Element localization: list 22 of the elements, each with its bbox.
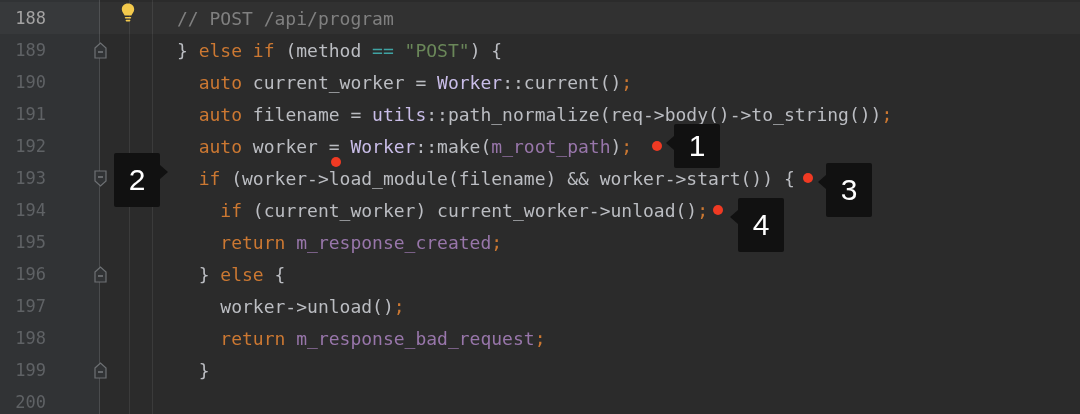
- code-line: } else {: [197, 263, 286, 285]
- code-line: worker->unload();: [219, 295, 405, 317]
- code-line: auto current_worker = Worker::current();: [197, 71, 633, 93]
- fold-icon[interactable]: [94, 41, 107, 59]
- marker-dot: [713, 205, 723, 215]
- code-line: // POST /api/program: [177, 7, 394, 29]
- marker-dot: [331, 157, 341, 167]
- code-line: auto filename = utils::path_normalize(req->body()->to_string());: [197, 103, 893, 125]
- code-line: auto worker = Worker::make(m_root_path);: [197, 135, 633, 157]
- code-line: }: [197, 359, 210, 381]
- fold-icon[interactable]: [94, 265, 107, 283]
- lightbulb-icon[interactable]: [121, 2, 135, 22]
- line-number: 188: [14, 8, 46, 28]
- fold-icon[interactable]: [94, 361, 107, 379]
- code-line: if (worker->load_module(filename) && worker->start()) {: [197, 167, 795, 189]
- code-line: } else if (method == "POST") {: [177, 39, 503, 61]
- code-line: return m_response_bad_request;: [219, 327, 546, 349]
- marker-dot: [652, 141, 662, 151]
- fold-icon[interactable]: [94, 169, 107, 187]
- code-line: return m_response_created;: [219, 231, 503, 253]
- code-line: if (current_worker) current_worker->unload();: [219, 199, 709, 221]
- marker-dot: [803, 173, 813, 183]
